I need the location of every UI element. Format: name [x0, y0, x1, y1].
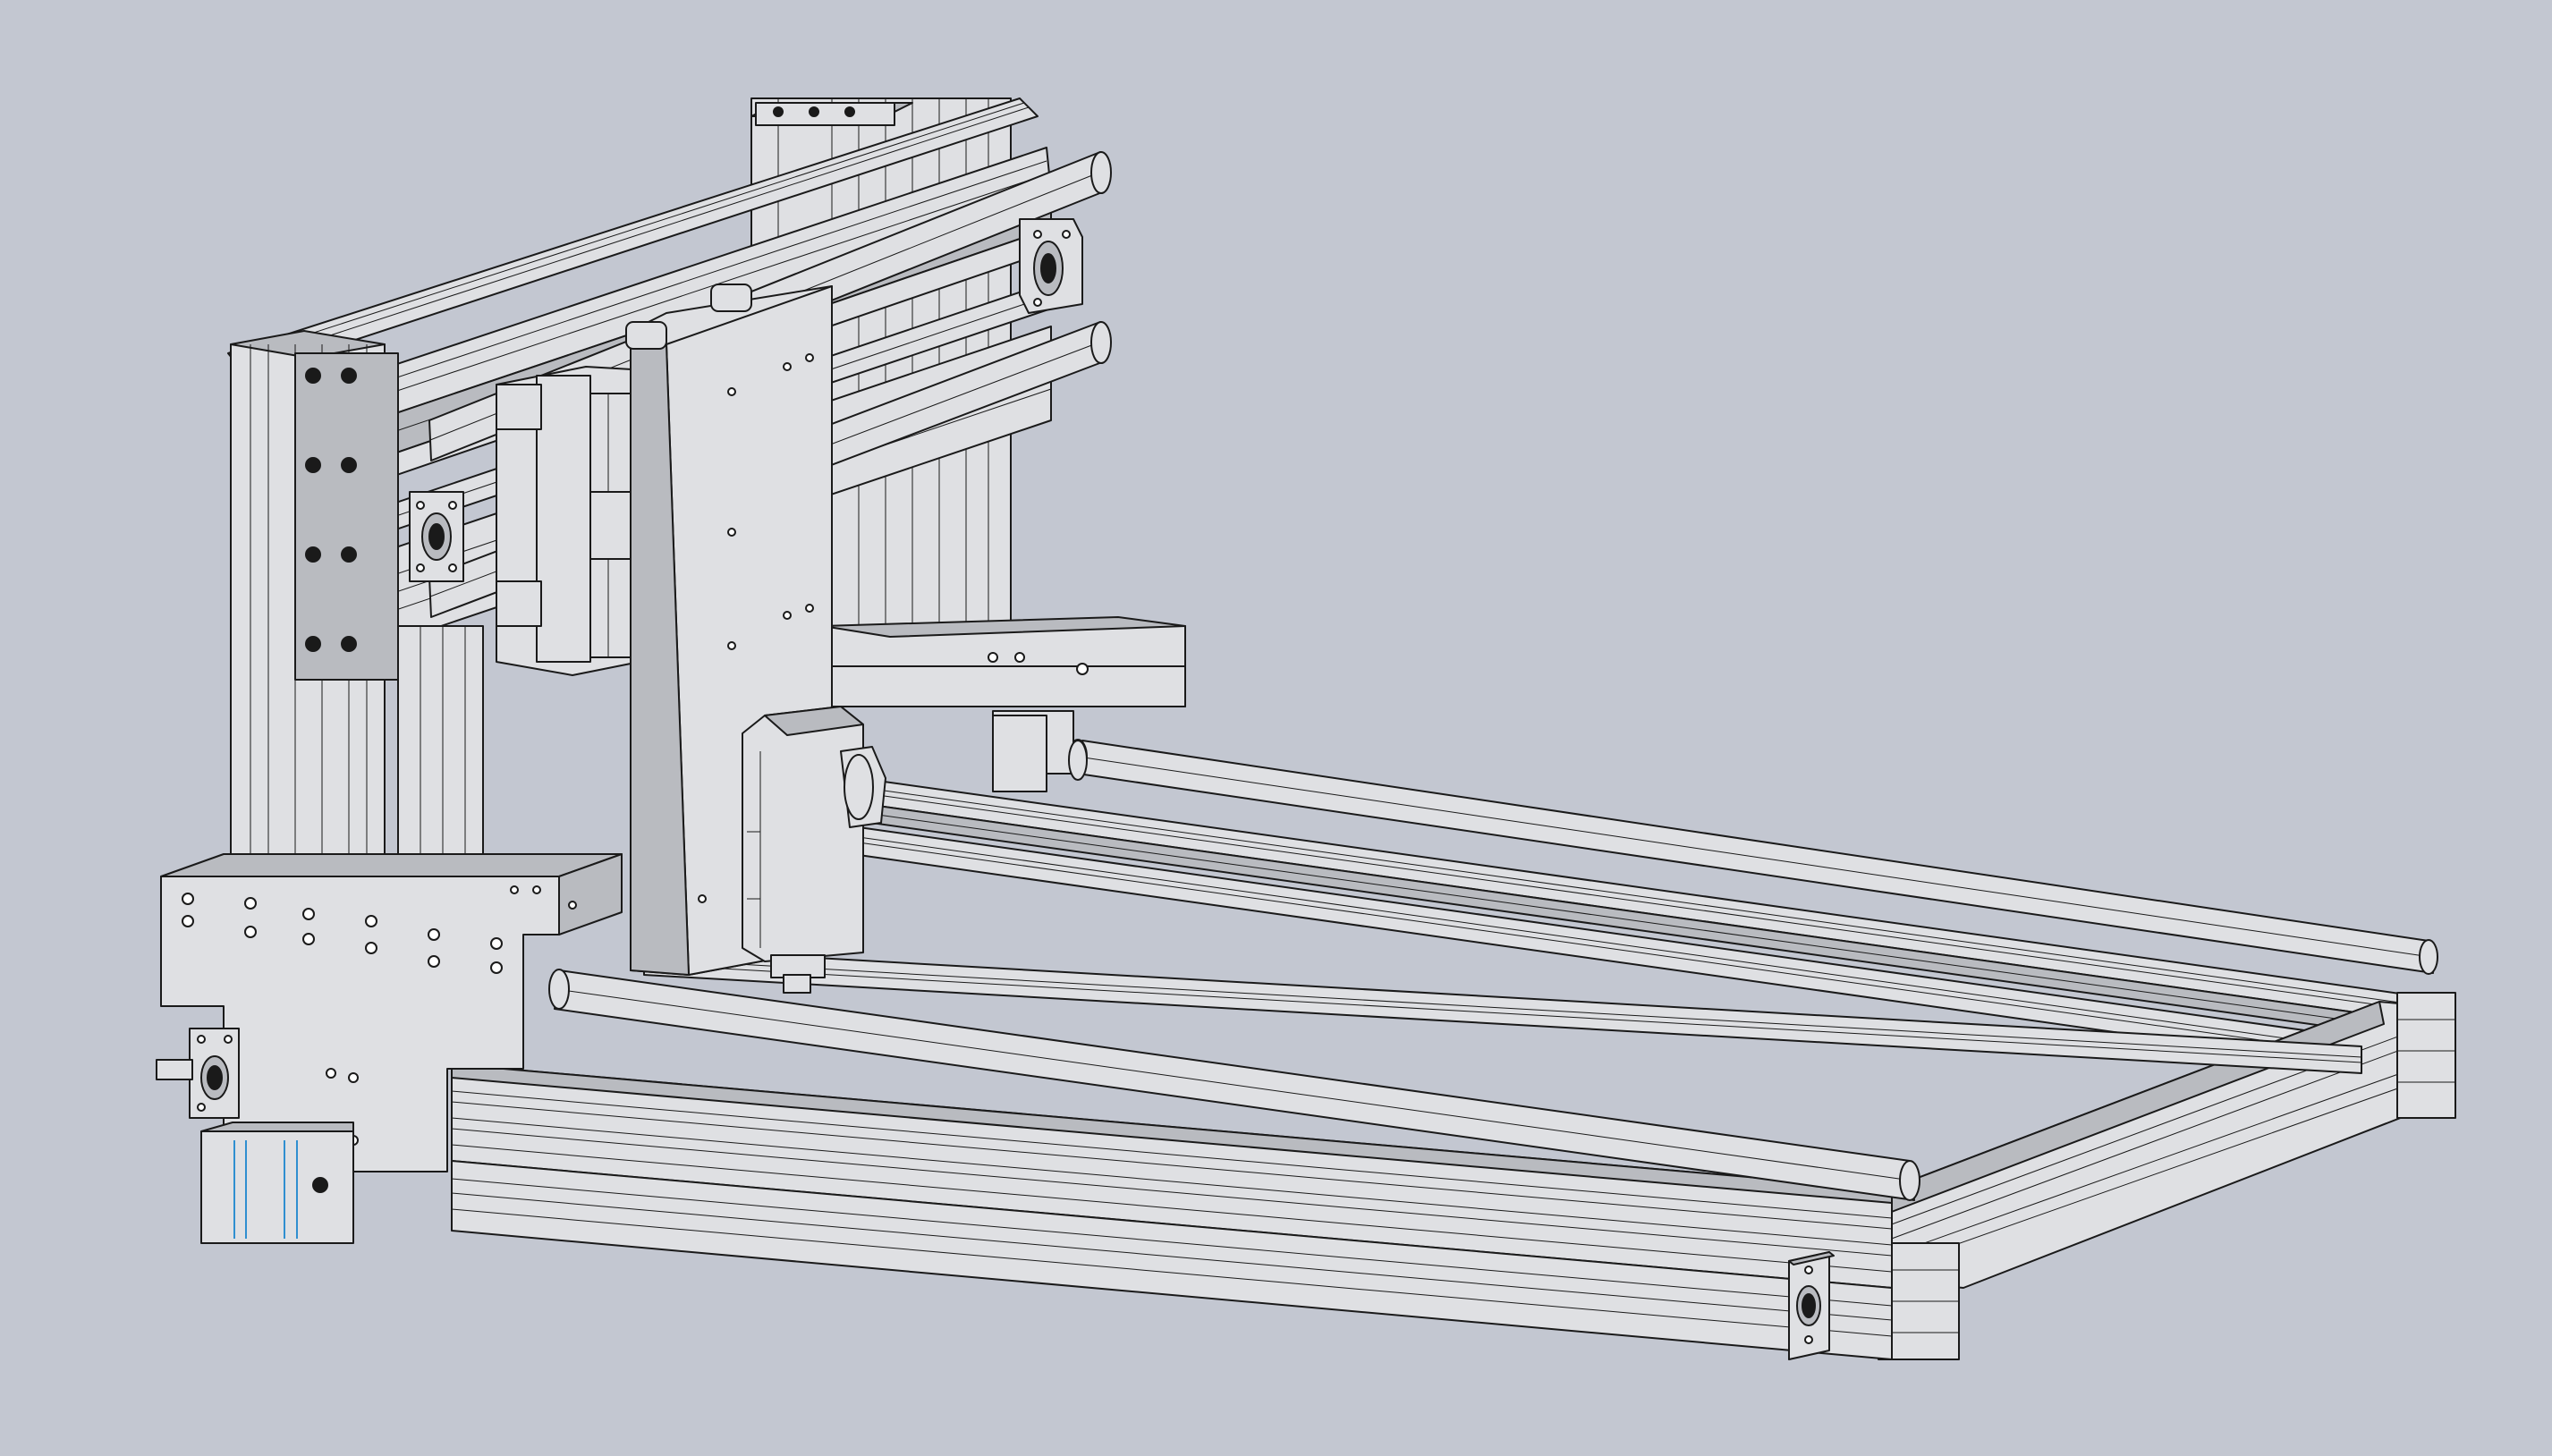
stepper-motor[interactable]: [200, 1122, 354, 1244]
bearing-block-front-right[interactable]: [1788, 1251, 1835, 1360]
cad-viewport[interactable]: [0, 0, 2552, 1456]
bearing-block-top-right[interactable]: [1019, 218, 1083, 314]
spindle[interactable]: [742, 706, 886, 994]
bearing-block-gantry-left[interactable]: [409, 491, 464, 582]
cnc-router-model[interactable]: [0, 0, 2552, 1456]
gantry-column-right-cap[interactable]: [750, 102, 913, 126]
